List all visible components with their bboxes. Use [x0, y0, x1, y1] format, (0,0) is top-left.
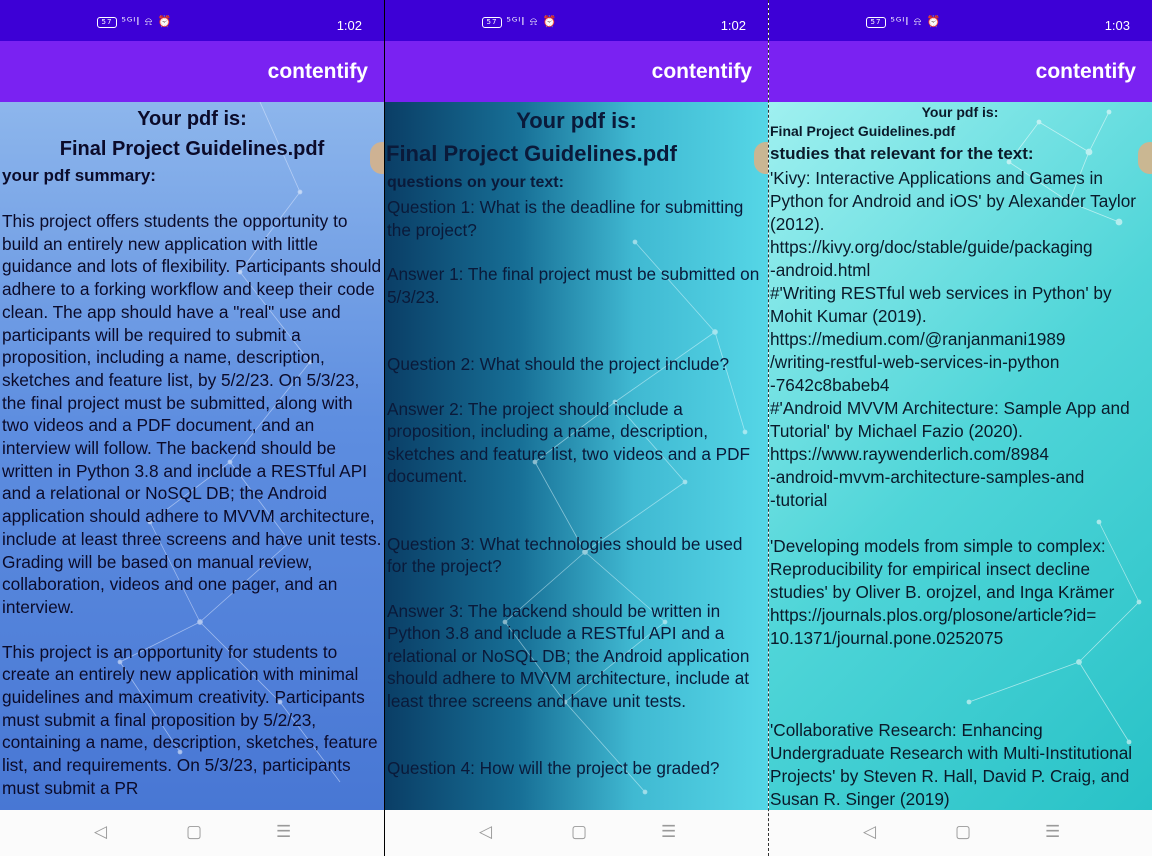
study-item: 'Collaborative Research: Enhancing Under… [770, 720, 1133, 809]
battery-icon: 57 [97, 16, 117, 28]
summary-text-block: Your pdf is: Final Project Guidelines.pd… [2, 102, 382, 800]
pdf-filename: Final Project Guidelines.pdf [59, 138, 325, 160]
question-item: Question 4: How will the project be grad… [387, 758, 720, 778]
app-title: contentify [267, 60, 368, 83]
summary-paragraph: This project offers students the opportu… [2, 211, 382, 617]
back-icon[interactable]: ◁ [479, 822, 492, 842]
answer-item: Answer 1: The final project must be subm… [387, 264, 760, 307]
navigation-bar: ◁ ▢ ☰ [0, 810, 384, 856]
navigation-bar: ◁ ▢ ☰ [769, 810, 1152, 856]
answer-item: Answer 3: The backend should be written … [387, 600, 750, 711]
studies-scroll-area[interactable]: Your pdf is: Final Project Guidelines.pd… [769, 102, 1152, 810]
studies-text-block: Your pdf is: Final Project Guidelines.pd… [770, 102, 1150, 810]
status-icons: 57 ⁵ᴳᴵl ⍾ ⏰ [97, 15, 172, 29]
question-item: Question 3: What technologies should be … [387, 533, 743, 577]
app-title: contentify [651, 60, 752, 83]
home-icon[interactable]: ▢ [186, 822, 202, 842]
question-item: Question 2: What should the project incl… [387, 354, 730, 374]
app-title: contentify [1035, 60, 1136, 83]
recents-icon[interactable]: ☰ [661, 822, 676, 842]
status-bar: 57 ⁵ᴳᴵl ⍾ ⏰ 1:03 [769, 0, 1152, 41]
study-item: 'Kivy: Interactive Applications and Game… [770, 168, 1137, 510]
phone-screen-summary: 57 ⁵ᴳᴵl ⍾ ⏰ 1:02 contentify Your pdf is:… [0, 0, 384, 856]
back-icon[interactable]: ◁ [863, 822, 876, 842]
phone-screen-studies: 57 ⁵ᴳᴵl ⍾ ⏰ 1:03 contentify Your pdf is:… [769, 0, 1152, 856]
pdf-filename: Final Project Guidelines.pdf [770, 123, 956, 139]
study-item: 'Developing models from simple to comple… [770, 536, 1115, 648]
recents-icon[interactable]: ☰ [1045, 822, 1060, 842]
status-time: 1:02 [336, 18, 362, 33]
app-bar: contentify [385, 41, 768, 102]
battery-icon: 57 [482, 16, 502, 28]
app-bar: contentify [769, 41, 1152, 102]
pdf-filename: Final Project Guidelines.pdf [386, 141, 677, 166]
status-icons: 57 ⁵ᴳᴵl ⍾ ⏰ [482, 15, 557, 29]
app-bar: contentify [0, 41, 384, 102]
navigation-bar: ◁ ▢ ☰ [385, 810, 768, 856]
summary-scroll-area[interactable]: Your pdf is: Final Project Guidelines.pd… [0, 102, 384, 810]
signal-icons: ⁵ᴳᴵl ⍾ ⏰ [890, 15, 942, 28]
pdf-heading: Your pdf is: [516, 108, 637, 133]
status-time: 1:03 [1104, 18, 1130, 33]
section-title: studies that relevant for the text: [770, 144, 1034, 163]
home-icon[interactable]: ▢ [955, 822, 971, 842]
recents-icon[interactable]: ☰ [276, 822, 291, 842]
back-icon[interactable]: ◁ [94, 822, 107, 842]
status-icons: 57 ⁵ᴳᴵl ⍾ ⏰ [866, 15, 941, 29]
summary-paragraph: This project is an opportunity for stude… [2, 641, 378, 798]
status-bar: 57 ⁵ᴳᴵl ⍾ ⏰ 1:02 [385, 0, 768, 41]
phone-screen-questions: 57 ⁵ᴳᴵl ⍾ ⏰ 1:02 contentify Your pdf is:… [385, 0, 768, 856]
signal-icons: ⁵ᴳᴵl ⍾ ⏰ [506, 15, 558, 28]
pdf-heading: Your pdf is: [921, 104, 999, 120]
battery-icon: 57 [866, 16, 886, 28]
home-icon[interactable]: ▢ [571, 822, 587, 842]
pdf-heading: Your pdf is: [137, 108, 247, 130]
questions-scroll-area[interactable]: Your pdf is: Final Project Guidelines.pd… [385, 102, 768, 810]
status-time: 1:02 [720, 18, 746, 33]
signal-icons: ⁵ᴳᴵl ⍾ ⏰ [121, 15, 173, 28]
question-item: Question 1: What is the deadline for sub… [387, 197, 744, 240]
answer-item: Answer 2: The project should include a p… [387, 398, 751, 487]
section-title: your pdf summary: [2, 166, 156, 185]
section-title: questions on your text: [387, 174, 564, 191]
questions-text-block: Your pdf is: Final Project Guidelines.pd… [386, 102, 766, 780]
status-bar: 57 ⁵ᴳᴵl ⍾ ⏰ 1:02 [0, 0, 384, 41]
